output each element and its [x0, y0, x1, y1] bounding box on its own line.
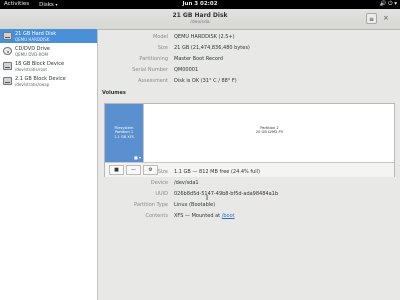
- device-item-optical[interactable]: CD/DVD Drive QEMU DVD-ROM: [0, 44, 97, 58]
- clock[interactable]: Jun 3 02:02: [182, 0, 217, 9]
- partition-size-label: Size: [157, 169, 168, 175]
- block-device-icon: [3, 62, 12, 70]
- assessment-label: Assessment: [138, 78, 168, 84]
- hamburger-menu-icon[interactable]: ≡: [366, 13, 377, 24]
- partition-type-value: Linux (Bootable): [174, 202, 216, 208]
- mounted-indicator-icon: ■ ▾: [133, 154, 141, 160]
- device-value: /dev/sda1: [174, 180, 199, 186]
- volumes-heading: Volumes: [102, 90, 126, 96]
- partition-1-block[interactable]: Filesystem Partition 1 1.1 GB XFS ■ ▾: [105, 104, 143, 162]
- partition-1-line: 1.1 GB XFS: [114, 134, 134, 139]
- device-item-block-swap[interactable]: 2.1 GB Block Device /dev/stratis/swap: [0, 74, 97, 88]
- block-device-icon: [3, 77, 12, 85]
- serial-value: QM00001: [174, 67, 199, 73]
- hard-disk-icon: [3, 32, 12, 40]
- device-detail: /dev/stratis/swap: [15, 81, 50, 87]
- contents-label: Contents: [145, 213, 169, 219]
- size-value: 21 GB (21,474,836,480 bytes): [174, 45, 250, 51]
- device-detail: /dev/stratis/root: [15, 66, 47, 72]
- device-detail: QEMU DVD-ROM: [15, 51, 48, 57]
- partitioning-label: Partitioning: [139, 56, 168, 62]
- assessment-value: Disk is OK (31° C / 88° F): [174, 78, 237, 84]
- model-value: QEMU HARDDISK (2.5+): [174, 34, 235, 40]
- size-label: Size: [157, 45, 168, 51]
- volume-map: Filesystem Partition 1 1.1 GB XFS ■ ▾ Pa…: [104, 103, 395, 177]
- device-label: Device: [150, 180, 168, 186]
- window-title: 21 GB Hard Disk: [172, 12, 228, 19]
- optical-drive-icon: [3, 47, 12, 55]
- partition-size-value: 1.1 GB — 812 MB free (24.4% full): [174, 169, 261, 175]
- partition-type-label: Partition Type: [134, 202, 168, 208]
- contents-text: XFS — Mounted at: [174, 213, 222, 219]
- contents-value: XFS — Mounted at /boot: [174, 213, 235, 219]
- close-icon[interactable]: ×: [383, 13, 389, 24]
- model-label: Model: [152, 34, 168, 40]
- partition-2-line: 20 GB LVM2 PV: [255, 130, 284, 135]
- app-menu-label: Disks: [39, 2, 54, 8]
- top-bar: Activities Disks ▾ Jun 3 02:02 🔊 ⏻ ▾: [0, 0, 400, 9]
- header-bar: 21 GB Hard Disk /dev/sda ≡ ×: [0, 9, 400, 30]
- drive-details: Model QEMU HARDDISK (2.5+) Size 21 GB (2…: [98, 29, 400, 300]
- partition-2-block[interactable]: Partition 2 20 GB LVM2 PV: [143, 104, 395, 162]
- uuid-value: 026b8d5d-5147-49b8-bf5d-ada98484a1b: [174, 191, 279, 197]
- device-detail: QEMU HARDDISK: [15, 36, 50, 42]
- partitioning-value: Master Boot Record: [174, 56, 224, 62]
- uuid-label: UUID: [155, 191, 168, 197]
- window-subtitle: /dev/sda: [190, 20, 210, 25]
- device-sidebar: 21 GB Hard Disk QEMU HARDDISK CD/DVD Dri…: [0, 29, 98, 300]
- mount-point-link[interactable]: /boot: [222, 213, 235, 219]
- device-item-block-root[interactable]: 18 GB Block Device /dev/stratis/root: [0, 59, 97, 73]
- chevron-down-icon: ▾: [55, 2, 58, 7]
- device-item-hard-disk[interactable]: 21 GB Hard Disk QEMU HARDDISK: [0, 29, 97, 43]
- serial-label: Serial Number: [132, 67, 168, 73]
- system-tray[interactable]: 🔊 ⏻ ▾: [380, 0, 397, 9]
- text-cursor-icon: I: [206, 194, 209, 202]
